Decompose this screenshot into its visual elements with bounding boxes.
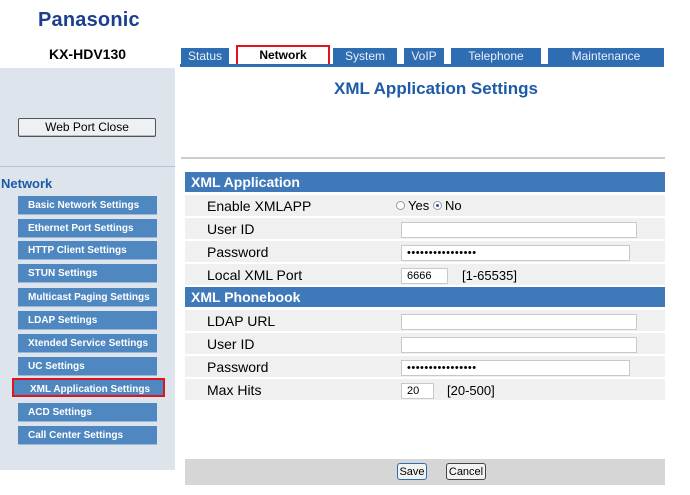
- local-xml-port-label: Local XML Port: [207, 267, 303, 283]
- enable-no-label[interactable]: No: [445, 198, 462, 213]
- pb-user-id-label: User ID: [207, 336, 255, 352]
- pb-password-label: Password: [207, 359, 269, 375]
- cancel-button[interactable]: Cancel: [446, 463, 486, 480]
- sidebar-item-call-center[interactable]: Call Center Settings: [18, 426, 157, 445]
- row-app-password: Password ••••••••••••••••: [185, 241, 665, 264]
- app-user-id-label: User ID: [207, 221, 255, 237]
- section-xml-phonebook: XML Phonebook: [185, 287, 665, 307]
- sidebar-item-multicast-paging[interactable]: Multicast Paging Settings: [18, 288, 157, 307]
- tab-status[interactable]: Status: [181, 48, 229, 65]
- ldap-url-input[interactable]: [401, 314, 637, 330]
- sidebar-item-xtended-service[interactable]: Xtended Service Settings: [18, 334, 157, 353]
- row-max-hits: Max Hits 20 [20-500]: [185, 379, 665, 402]
- local-xml-port-input[interactable]: 6666: [401, 268, 448, 284]
- app-user-id-input[interactable]: [401, 222, 637, 238]
- sidebar-item-basic-network[interactable]: Basic Network Settings: [18, 196, 157, 215]
- sidebar-item-acd[interactable]: ACD Settings: [18, 403, 157, 422]
- section-xml-application: XML Application: [185, 172, 665, 192]
- row-ldap-url: LDAP URL: [185, 310, 665, 333]
- pb-password-input[interactable]: ••••••••••••••••: [401, 360, 630, 376]
- panasonic-logo: Panasonic: [38, 9, 140, 31]
- row-local-xml-port: Local XML Port 6666 [1-65535]: [185, 264, 665, 287]
- tab-voip[interactable]: VoIP: [404, 48, 444, 65]
- enable-xmlapp-label: Enable XMLAPP: [207, 198, 312, 214]
- enable-yes-label[interactable]: Yes: [408, 198, 429, 213]
- row-pb-user-id: User ID: [185, 333, 665, 356]
- sidebar-item-http-client[interactable]: HTTP Client Settings: [18, 241, 157, 260]
- tab-underline: [180, 64, 664, 67]
- sidebar-item-ethernet-port[interactable]: Ethernet Port Settings: [18, 219, 157, 238]
- tab-maintenance[interactable]: Maintenance: [548, 48, 664, 65]
- local-xml-port-range: [1-65535]: [462, 268, 517, 283]
- max-hits-range: [20-500]: [447, 383, 495, 398]
- title-divider: [181, 157, 665, 159]
- tab-network[interactable]: Network: [236, 45, 330, 66]
- max-hits-label: Max Hits: [207, 382, 262, 398]
- row-app-user-id: User ID: [185, 218, 665, 241]
- row-pb-password: Password ••••••••••••••••: [185, 356, 665, 379]
- enable-yes-radio[interactable]: [396, 201, 405, 210]
- sidebar-item-ldap[interactable]: LDAP Settings: [18, 311, 157, 330]
- max-hits-input[interactable]: 20: [401, 383, 434, 399]
- sidebar-item-uc[interactable]: UC Settings: [18, 357, 157, 376]
- ldap-url-label: LDAP URL: [207, 313, 276, 329]
- pb-user-id-input[interactable]: [401, 337, 637, 353]
- app-password-input[interactable]: ••••••••••••••••: [401, 245, 630, 261]
- page-title: XML Application Settings: [333, 79, 538, 98]
- tab-system[interactable]: System: [333, 48, 397, 65]
- row-enable-xmlapp: Enable XMLAPP Yes No: [185, 195, 665, 218]
- tab-telephone[interactable]: Telephone: [451, 48, 541, 65]
- device-model: KX-HDV130: [48, 46, 127, 62]
- enable-no-radio[interactable]: [433, 201, 442, 210]
- action-bar: Save Cancel: [185, 459, 665, 485]
- sidebar-divider: [0, 166, 175, 167]
- web-port-close-button[interactable]: Web Port Close: [18, 118, 156, 137]
- sidebar-heading-network: Network: [1, 176, 53, 191]
- save-button[interactable]: Save: [397, 463, 427, 480]
- app-password-label: Password: [207, 244, 269, 260]
- sidebar-item-xml-application[interactable]: XML Application Settings: [12, 378, 165, 397]
- sidebar-item-stun[interactable]: STUN Settings: [18, 264, 157, 283]
